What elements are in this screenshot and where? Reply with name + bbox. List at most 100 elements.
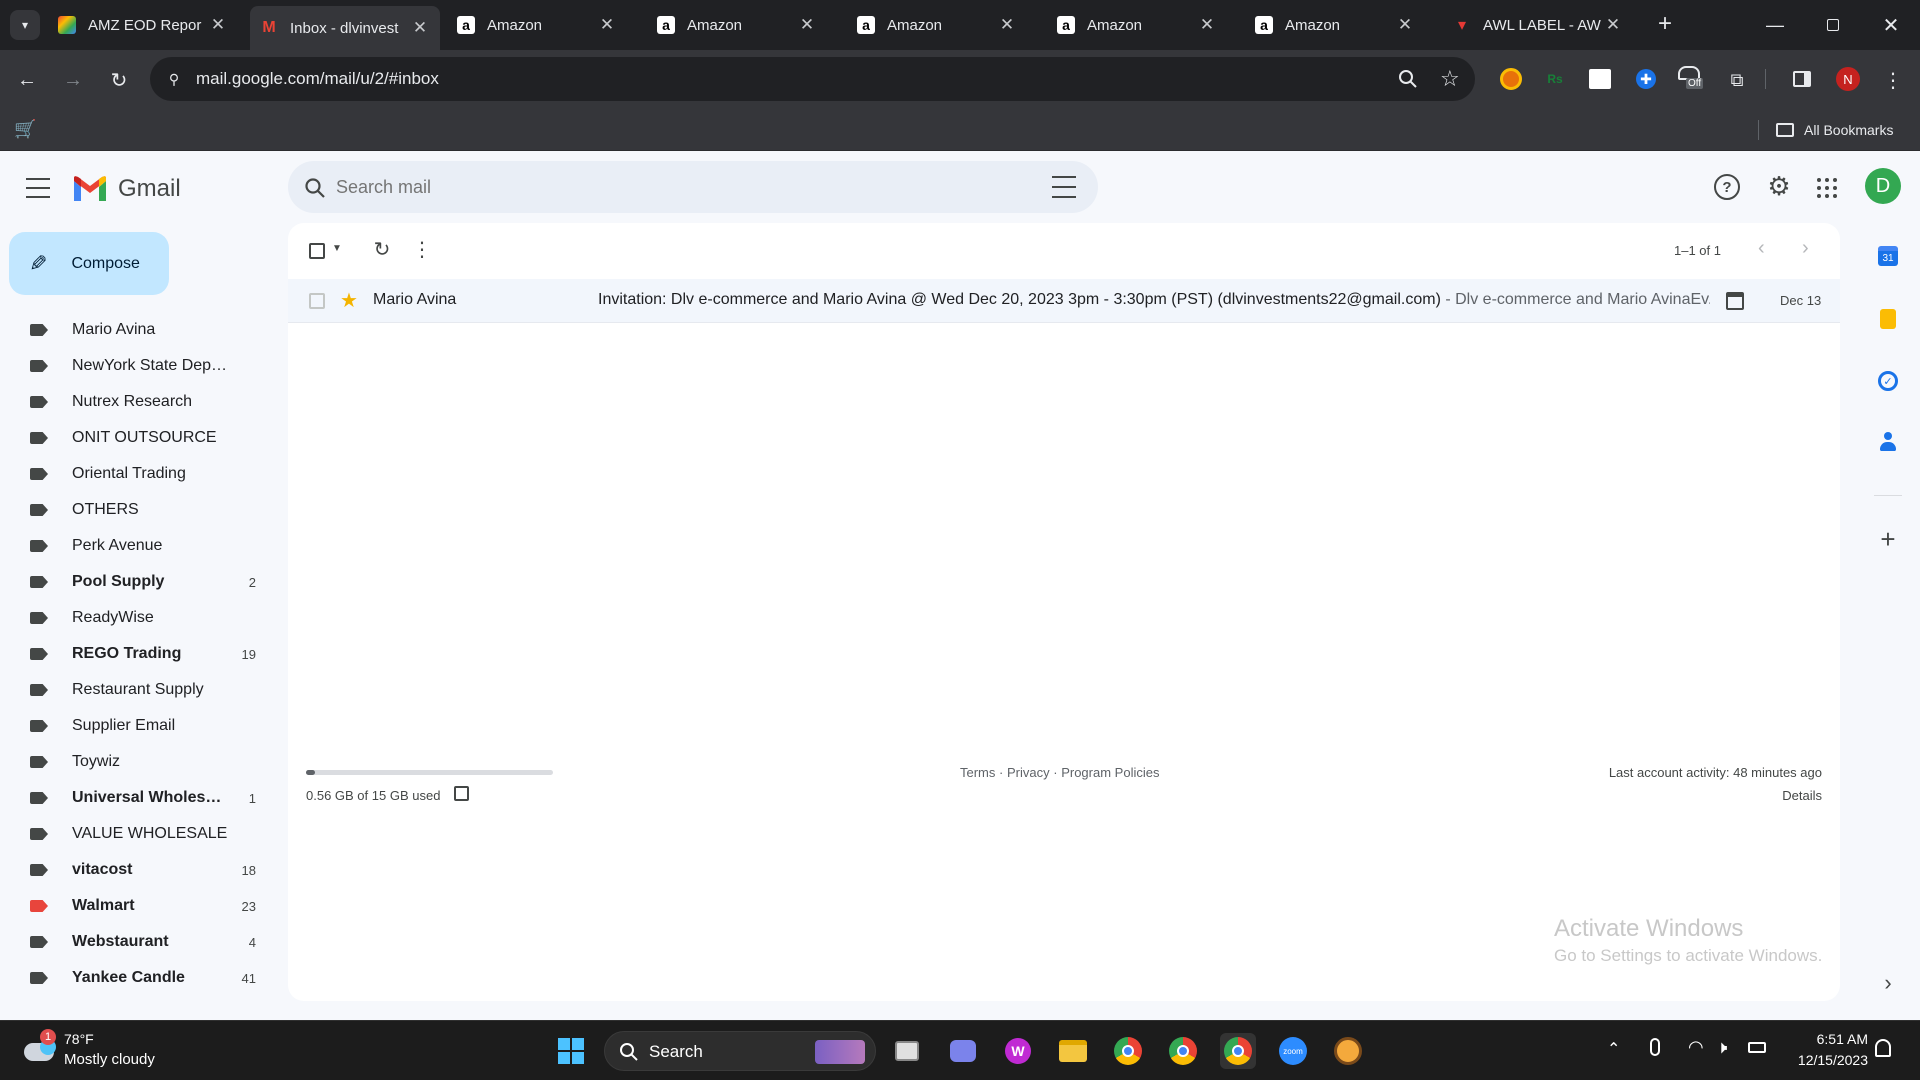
extensions-puzzle-icon[interactable]: ⧉ — [1722, 65, 1752, 95]
close-tab-icon[interactable]: ✕ — [1197, 15, 1217, 35]
search-bar[interactable] — [288, 161, 1098, 213]
label-item[interactable]: Nutrex Research — [0, 384, 270, 420]
wifi-icon[interactable]: ◠ — [1688, 1037, 1704, 1058]
label-item[interactable]: ReadyWise — [0, 600, 270, 636]
star-icon[interactable]: ★ — [340, 288, 358, 313]
restore-button[interactable] — [1818, 10, 1848, 40]
file-explorer-icon[interactable] — [1055, 1033, 1091, 1069]
settings-gear-icon[interactable]: ⚙ — [1764, 171, 1794, 201]
site-info-icon[interactable]: ⚲ — [164, 69, 184, 89]
all-bookmarks-folder[interactable]: All Bookmarks — [1776, 119, 1893, 141]
label-item[interactable]: Perk Avenue — [0, 528, 270, 564]
search-icon[interactable] — [304, 177, 326, 199]
chrome-profile-2-icon[interactable] — [1165, 1033, 1201, 1069]
minimize-button[interactable]: — — [1760, 10, 1790, 40]
label-item[interactable]: OTHERS — [0, 492, 270, 528]
taskbar-search-box[interactable]: Search — [604, 1031, 876, 1071]
browser-tab[interactable]: AMZ EOD Repor ✕ — [48, 8, 238, 42]
label-item[interactable]: Webstaurant 4 — [0, 924, 270, 960]
help-icon[interactable]: ? — [1714, 174, 1740, 200]
search-input[interactable] — [336, 173, 986, 201]
reload-button[interactable]: ↻ — [104, 65, 134, 95]
zoom-app-icon[interactable]: zoom — [1275, 1033, 1311, 1069]
close-window-button[interactable]: ✕ — [1876, 10, 1906, 40]
chrome-icon[interactable] — [1110, 1033, 1146, 1069]
show-hidden-icons-icon[interactable]: ⌃ — [1607, 1039, 1620, 1059]
close-tab-icon[interactable]: ✕ — [997, 15, 1017, 35]
manage-storage-icon[interactable] — [454, 786, 469, 801]
notification-bell-icon[interactable] — [1875, 1039, 1891, 1057]
main-menu-icon[interactable] — [26, 178, 50, 198]
label-item[interactable]: REGO Trading 19 — [0, 636, 270, 672]
label-item[interactable]: Universal Wholesal... 1 — [0, 780, 270, 816]
teams-chat-icon[interactable] — [945, 1033, 981, 1069]
browser-tab[interactable]: a Amazon ✕ — [447, 8, 627, 42]
extension-icon-off[interactable]: Off — [1678, 66, 1708, 94]
email-checkbox[interactable] — [309, 293, 325, 309]
label-item[interactable]: VALUE WHOLESALE — [0, 816, 270, 852]
address-bar[interactable]: ⚲ mail.google.com/mail/u/2/#inbox ☆ — [150, 57, 1475, 101]
task-view-icon[interactable] — [889, 1033, 925, 1069]
refresh-icon[interactable]: ↻ — [370, 237, 394, 261]
browser-tab[interactable]: M Inbox - dlvinvest ✕ — [250, 6, 440, 50]
label-item[interactable]: Toywiz — [0, 744, 270, 780]
contacts-addon-icon[interactable] — [1880, 432, 1896, 452]
gmail-logo[interactable]: Gmail — [72, 173, 181, 205]
calendar-event-icon[interactable] — [1726, 292, 1744, 310]
older-page-icon[interactable]: › — [1802, 237, 1809, 260]
terms-link[interactable]: Terms — [960, 765, 995, 780]
keep-addon-icon[interactable] — [1880, 309, 1896, 329]
extension-icon-3[interactable] — [1589, 69, 1611, 89]
account-avatar[interactable]: D — [1865, 168, 1901, 204]
program-policies-link[interactable]: Program Policies — [1061, 765, 1159, 780]
wps-office-icon[interactable]: W — [1000, 1033, 1036, 1069]
game-app-icon[interactable] — [1330, 1033, 1366, 1069]
new-tab-button[interactable]: + — [1650, 9, 1680, 39]
url-text[interactable]: mail.google.com/mail/u/2/#inbox — [196, 69, 439, 89]
extension-icon-4[interactable]: ✚ — [1636, 69, 1656, 89]
activity-details-link[interactable]: Details — [1782, 788, 1822, 803]
chrome-menu-icon[interactable]: ⋮ — [1880, 65, 1906, 95]
label-item[interactable]: Pool Supply 2 — [0, 564, 270, 600]
tasks-addon-icon[interactable]: ✓ — [1878, 371, 1898, 391]
browser-tab[interactable]: a Amazon ✕ — [847, 8, 1027, 42]
newer-page-icon[interactable]: ‹ — [1758, 237, 1765, 260]
email-row[interactable]: ★ Mario Avina Invitation: Dlv e-commerce… — [288, 279, 1840, 323]
label-item[interactable]: Walmart 23 — [0, 888, 270, 924]
close-tab-icon[interactable]: ✕ — [208, 15, 228, 35]
apps-grid-icon[interactable] — [1817, 178, 1837, 198]
battery-icon[interactable] — [1748, 1042, 1766, 1053]
extension-icon-1[interactable] — [1500, 68, 1522, 90]
extension-icon-2[interactable]: Rs — [1544, 68, 1566, 90]
label-item[interactable]: vitacost 18 — [0, 852, 270, 888]
browser-tab[interactable]: a Amazon ✕ — [1047, 8, 1227, 42]
clock-time[interactable]: 6:51 AM — [1817, 1031, 1868, 1047]
calendar-addon-icon[interactable]: 31 — [1878, 246, 1898, 266]
bookmark-cart-icon[interactable]: 🛒 — [14, 119, 36, 139]
back-button[interactable]: ← — [12, 65, 42, 95]
browser-tab[interactable]: a Amazon ✕ — [647, 8, 827, 42]
compose-button[interactable]: ✎ Compose — [9, 232, 169, 295]
label-item[interactable]: Restaurant Supply — [0, 672, 270, 708]
clock-date[interactable]: 12/15/2023 — [1798, 1052, 1868, 1068]
zoom-icon[interactable] — [1398, 69, 1418, 89]
browser-tab[interactable]: a Amazon ✕ — [1245, 8, 1425, 42]
close-tab-icon[interactable]: ✕ — [1603, 15, 1623, 35]
volume-icon[interactable]: 🕨 — [1716, 1037, 1727, 1058]
label-item[interactable]: NewYork State Departm... — [0, 348, 270, 384]
tab-search-button[interactable]: ▾ — [10, 10, 40, 40]
windows-start-icon[interactable] — [553, 1033, 589, 1069]
label-item[interactable]: Yankee Candle 41 — [0, 960, 270, 996]
select-dropdown-icon[interactable]: ▼ — [332, 243, 342, 254]
chrome-profile-n-icon[interactable] — [1220, 1033, 1256, 1069]
close-tab-icon[interactable]: ✕ — [797, 15, 817, 35]
microphone-icon[interactable] — [1650, 1038, 1660, 1056]
weather-widget[interactable]: 1 78°F Mostly cloudy — [20, 1029, 180, 1073]
forward-button[interactable]: → — [58, 65, 88, 95]
show-side-panel-icon[interactable]: › — [1878, 970, 1898, 995]
label-item[interactable]: Mario Avina — [0, 312, 270, 348]
close-tab-icon[interactable]: ✕ — [410, 18, 430, 38]
close-tab-icon[interactable]: ✕ — [597, 15, 617, 35]
bookmark-star-icon[interactable]: ☆ — [1440, 66, 1460, 92]
label-item[interactable]: Oriental Trading — [0, 456, 270, 492]
